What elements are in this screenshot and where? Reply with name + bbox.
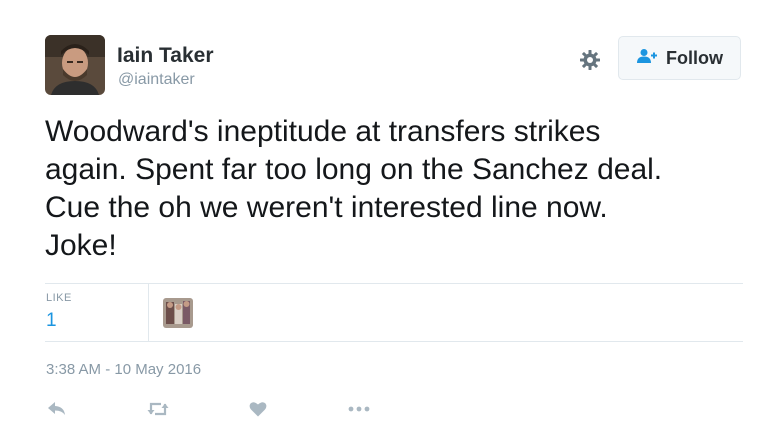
follow-button[interactable]: Follow [618, 36, 741, 80]
like-icon[interactable] [248, 398, 268, 420]
liker-avatar[interactable] [163, 298, 193, 328]
divider [45, 283, 743, 284]
likes-count[interactable]: 1 [46, 310, 57, 332]
more-icon[interactable] [346, 398, 372, 420]
avatar[interactable] [45, 35, 105, 95]
user-handle[interactable]: @iaintaker [118, 71, 195, 89]
likes-label: LIKE [46, 292, 72, 304]
gear-icon[interactable] [578, 48, 602, 72]
follow-label: Follow [666, 47, 723, 68]
follow-user-icon [636, 48, 658, 69]
divider [45, 341, 743, 342]
reply-icon[interactable] [46, 398, 68, 420]
stats-separator [148, 284, 149, 341]
tweet-text: Woodward's ineptitude at transfers strik… [45, 115, 663, 262]
avatar-photo [45, 35, 105, 95]
retweet-icon[interactable] [146, 398, 170, 420]
user-name[interactable]: Iain Taker [117, 44, 214, 68]
timestamp[interactable]: 3:38 AM - 10 May 2016 [46, 361, 201, 378]
